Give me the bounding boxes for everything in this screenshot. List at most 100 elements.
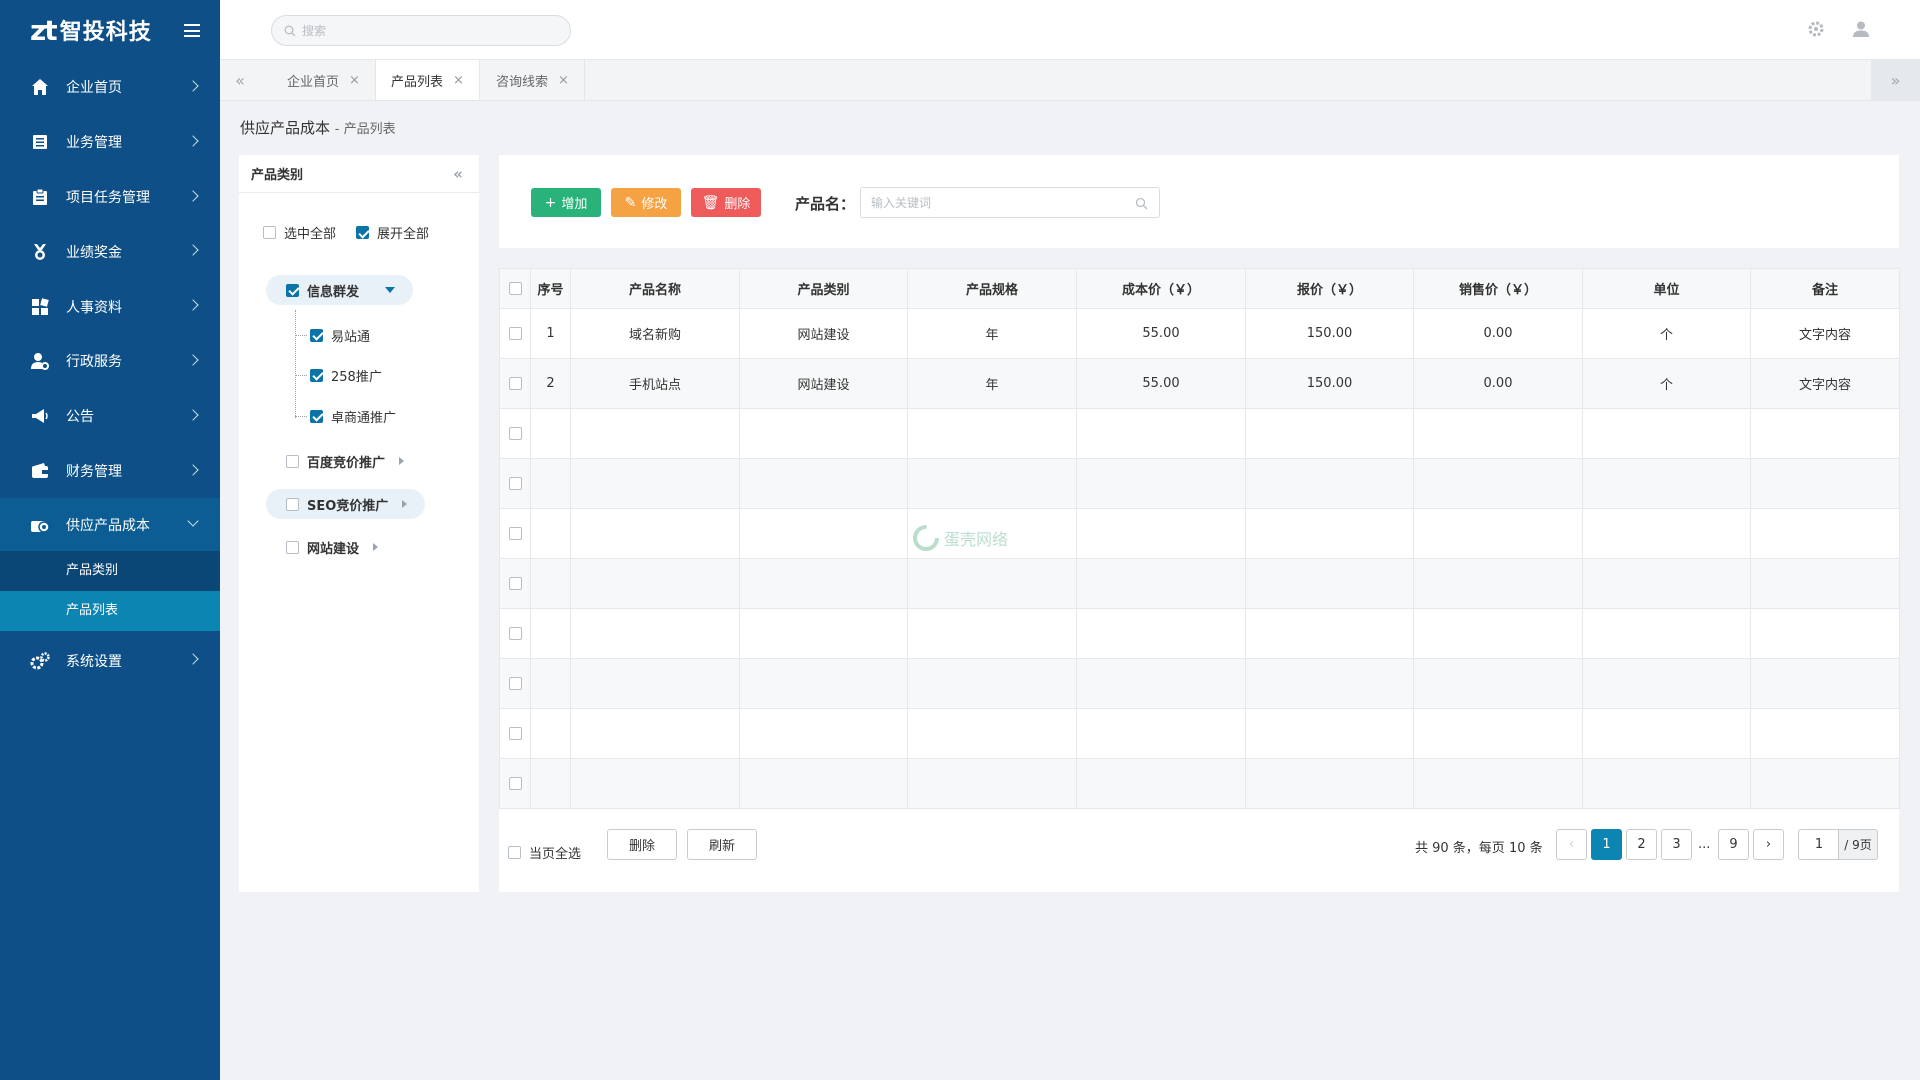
page-button[interactable]: 1 <box>1591 829 1622 860</box>
add-button[interactable]: + 增加 <box>531 188 601 217</box>
sidebar-item-notice[interactable]: 公告 <box>0 389 220 444</box>
table-cell: 年 <box>907 358 1077 409</box>
table-row[interactable] <box>499 658 1900 709</box>
sidebar-item-settings[interactable]: 系统设置 <box>0 633 220 688</box>
page-button[interactable]: 9 <box>1718 829 1749 860</box>
page-button[interactable]: 3 <box>1661 829 1692 860</box>
row-checkbox-cell <box>499 758 531 809</box>
tree-checkbox[interactable] <box>310 409 323 423</box>
tree-node-zhuoshangtong[interactable]: 卓商通推广 <box>310 401 396 431</box>
collapse-left-icon[interactable]: « <box>453 165 463 183</box>
column-header[interactable]: 成本价（￥） <box>1076 268 1246 309</box>
column-header[interactable]: 报价（￥） <box>1245 268 1414 309</box>
caret-down-icon[interactable] <box>385 287 396 293</box>
sidebar-item-bonus[interactable]: 业绩奖金 <box>0 224 220 279</box>
table-row[interactable] <box>499 408 1900 459</box>
tab-home[interactable]: 企业首页 × <box>272 60 376 100</box>
menu-toggle-icon[interactable] <box>184 24 200 37</box>
sidebar-item-projects[interactable]: 项目任务管理 <box>0 170 220 225</box>
row-checkbox[interactable] <box>508 427 522 440</box>
tree-node-258[interactable]: 258推广 <box>310 360 382 390</box>
expand-all-checkbox[interactable] <box>356 226 370 239</box>
table-cell: 55.00 <box>1076 358 1246 409</box>
table-row[interactable]: 1 域名新购 网站建设年 55.00 150.00 0.00 个文字内容 <box>499 308 1900 359</box>
tabs-scroll-right-icon[interactable]: » <box>1871 60 1920 100</box>
table-cell: 个 <box>1582 358 1751 409</box>
tree-checkbox[interactable] <box>310 368 323 382</box>
sidebar-item-finance[interactable]: 财务管理 <box>0 444 220 499</box>
refresh-button[interactable]: 刷新 <box>687 829 757 860</box>
table-row[interactable] <box>499 608 1900 659</box>
user-icon[interactable] <box>1852 20 1870 38</box>
tree-node-website[interactable]: 网站建设 <box>286 532 379 562</box>
caret-right-icon[interactable] <box>402 500 408 508</box>
caret-right-icon[interactable] <box>399 457 405 465</box>
close-icon[interactable]: × <box>349 73 360 88</box>
table-cell <box>530 558 571 609</box>
row-checkbox[interactable] <box>508 477 522 490</box>
row-checkbox[interactable] <box>508 577 522 590</box>
row-checkbox-cell <box>499 358 531 409</box>
row-checkbox[interactable] <box>508 327 522 340</box>
column-header[interactable]: 备注 <box>1750 268 1900 309</box>
page-jump-input[interactable]: 1 <box>1798 829 1839 860</box>
table-cell <box>1413 408 1583 459</box>
tree-checkbox[interactable] <box>286 454 299 468</box>
tree-checkbox[interactable] <box>286 540 299 554</box>
select-page-checkbox[interactable] <box>508 846 521 859</box>
header-checkbox[interactable] <box>508 282 522 295</box>
page-button[interactable]: 2 <box>1626 829 1657 860</box>
tabs-scroll-left-icon[interactable]: « <box>220 60 260 100</box>
prev-page-button[interactable]: ‹ <box>1556 829 1587 860</box>
search-input[interactable]: 搜索 <box>271 15 571 46</box>
row-checkbox[interactable] <box>508 727 522 740</box>
table-row[interactable] <box>499 708 1900 759</box>
tree-node-seo[interactable]: SEO竞价推广 <box>266 489 426 519</box>
edit-button[interactable]: ✎ 修改 <box>611 188 681 217</box>
grid-icon <box>30 297 50 317</box>
column-header[interactable]: 单位 <box>1582 268 1751 309</box>
column-header[interactable]: 产品规格 <box>907 268 1077 309</box>
tab-consult-leads[interactable]: 咨询线索 × <box>481 60 585 100</box>
product-name-input[interactable] <box>860 187 1160 218</box>
sidebar-subitem-product-list[interactable]: 产品列表 <box>0 591 220 632</box>
tree-checkbox[interactable] <box>286 497 299 511</box>
search-placeholder: 搜索 <box>302 24 327 38</box>
table-row[interactable] <box>499 758 1900 809</box>
caret-right-icon[interactable] <box>373 543 379 551</box>
select-all-checkbox[interactable] <box>263 226 276 239</box>
column-header[interactable]: 序号 <box>530 268 571 309</box>
row-checkbox[interactable] <box>508 377 522 390</box>
next-page-button[interactable]: › <box>1753 829 1784 860</box>
sidebar-item-home[interactable]: 企业首页 <box>0 60 220 115</box>
sidebar-item-business[interactable]: 业务管理 <box>0 115 220 170</box>
tab-product-list[interactable]: 产品列表 × <box>376 60 480 100</box>
tree-node-info-broadcast[interactable]: 信息群发 <box>266 275 414 305</box>
delete-button[interactable]: 🗑 删除 <box>691 188 761 217</box>
tree-node-baidu[interactable]: 百度竞价推广 <box>286 446 405 476</box>
row-checkbox[interactable] <box>508 777 522 790</box>
tree-node-yizhantong[interactable]: 易站通 <box>310 320 370 350</box>
column-header[interactable]: 产品名称 <box>570 268 740 309</box>
row-checkbox[interactable] <box>508 627 522 640</box>
tree-checkbox[interactable] <box>310 328 323 342</box>
sidebar-item-hr[interactable]: 人事资料 <box>0 279 220 334</box>
table-row[interactable]: 2 手机站点 网站建设年 55.00 150.00 0.00 个文字内容 <box>499 358 1900 409</box>
close-icon[interactable]: × <box>453 73 464 88</box>
bulk-delete-button[interactable]: 删除 <box>607 829 677 860</box>
gear-icon[interactable] <box>1807 20 1825 38</box>
tree-checkbox[interactable] <box>286 283 299 297</box>
row-checkbox[interactable] <box>508 527 522 540</box>
breadcrumb-sub: - 产品列表 <box>334 122 396 137</box>
table-row[interactable] <box>499 508 1900 559</box>
table-row[interactable] <box>499 558 1900 609</box>
sidebar-item-admin[interactable]: 行政服务 <box>0 334 220 389</box>
table-row[interactable] <box>499 458 1900 509</box>
close-icon[interactable]: × <box>558 73 569 88</box>
column-header[interactable]: 产品类别 <box>739 268 908 309</box>
search-icon[interactable] <box>1135 197 1148 210</box>
sidebar-item-supply-cost[interactable]: 供应产品成本 <box>0 498 220 552</box>
column-header[interactable]: 销售价（￥） <box>1413 268 1583 309</box>
sidebar-subitem-category[interactable]: 产品类别 <box>0 551 220 592</box>
row-checkbox[interactable] <box>508 677 522 690</box>
